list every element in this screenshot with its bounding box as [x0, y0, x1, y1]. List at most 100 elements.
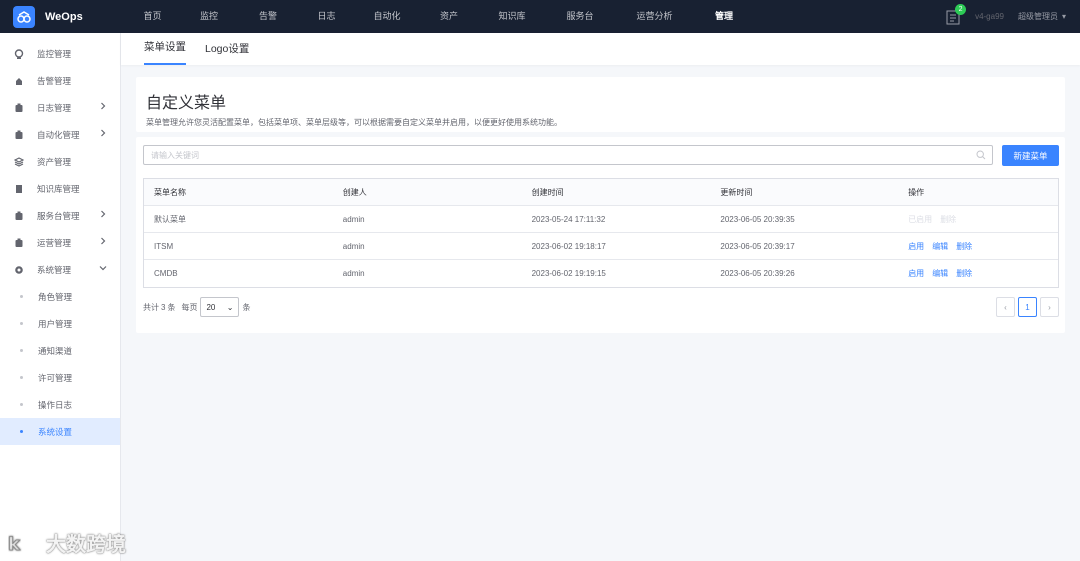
search-icon[interactable]: [976, 150, 986, 162]
nav-item[interactable]: 服务台: [545, 0, 615, 33]
user-name: 超级管理员: [1017, 12, 1058, 21]
per-page-value: 20: [206, 302, 216, 312]
table-row: 默认菜单 admin 2023-05-24 17:11:32 2023-06-0…: [144, 206, 1058, 233]
sidebar-item[interactable]: 知识库管理: [0, 175, 120, 202]
sidebar-item[interactable]: 监控管理: [0, 40, 120, 67]
page-number-button[interactable]: 1: [1018, 297, 1037, 317]
row-action-link[interactable]: 启用: [908, 268, 924, 279]
nav-item[interactable]: 管理: [694, 0, 754, 33]
header-created: 创建时间: [531, 187, 564, 197]
sidebar-item[interactable]: 系统管理: [0, 256, 120, 283]
bullet-dot: [20, 403, 23, 406]
new-menu-button[interactable]: 新建菜单: [1002, 145, 1059, 166]
nav-item[interactable]: 告警: [238, 0, 298, 33]
nav-item[interactable]: 运营分析: [615, 0, 694, 33]
version-label: v4-ga99: [975, 12, 1004, 21]
cell-updated: 2023-06-05 20:39:35: [720, 214, 795, 224]
header-updated: 更新时间: [720, 187, 753, 197]
bullet-dot: [20, 349, 23, 352]
tab-menu-settings[interactable]: 菜单设置: [144, 39, 186, 65]
chevron-down-icon: ⌄: [226, 302, 234, 312]
svg-text:k: k: [8, 534, 21, 554]
search-input[interactable]: [144, 146, 964, 164]
header-name: 菜单名称: [154, 187, 186, 197]
nav-item[interactable]: 日志: [298, 0, 355, 33]
per-page-suffix: 条: [242, 302, 251, 312]
cell-actions: 启用 编辑 删除: [898, 241, 1058, 252]
bullet-dot: [20, 376, 23, 379]
sidebar-item[interactable]: 资产管理: [0, 148, 120, 175]
table-row: CMDB admin 2023-06-02 19:19:15 2023-06-0…: [144, 260, 1058, 287]
sidebar-item-label: 服务台管理: [37, 210, 80, 221]
asset-icon: [14, 156, 24, 167]
nav-item[interactable]: 自动化: [355, 0, 419, 33]
cell-actions: 已启用 删除: [898, 214, 1058, 225]
menu-table: 菜单名称 创建人 创建时间 更新时间 操作 默认菜单 admin 2023-05…: [143, 178, 1059, 288]
total-count: 3: [161, 302, 166, 312]
watermark-text: 大数跨境: [46, 534, 126, 556]
sidebar-subitem[interactable]: 用户管理: [0, 310, 120, 337]
nav-item[interactable]: 监控: [180, 0, 238, 33]
sidebar-item-label: 运营管理: [37, 237, 72, 248]
notice-icon[interactable]: 2: [945, 3, 967, 25]
user-menu[interactable]: 超级管理员 ▾: [1018, 11, 1066, 22]
prev-page-button[interactable]: ‹: [996, 297, 1015, 317]
bullet-dot: [20, 322, 23, 325]
gear-icon: [14, 265, 24, 275]
cell-creator: admin: [342, 241, 365, 251]
sidebar-subitem[interactable]: 角色管理: [0, 283, 120, 310]
cell-created: 2023-05-24 17:11:32: [531, 214, 606, 224]
sidebar-item-label: 资产管理: [37, 156, 72, 167]
sidebar-subitem-label: 用户管理: [38, 318, 73, 329]
row-action-link: 已启用: [908, 214, 933, 224]
sidebar-subitem[interactable]: 操作日志: [0, 391, 120, 418]
sidebar-item[interactable]: 告警管理: [0, 67, 120, 94]
cell-creator: admin: [342, 214, 365, 224]
sidebar-subitem[interactable]: 系统设置: [0, 418, 120, 445]
row-action-link[interactable]: 启用: [908, 241, 924, 252]
per-page-select[interactable]: 20 ⌄: [200, 297, 240, 317]
row-action-link[interactable]: 编辑: [932, 241, 948, 252]
cell-name: ITSM: [154, 241, 174, 251]
nav-item[interactable]: 知识库: [479, 0, 545, 33]
sidebar-item-label: 系统管理: [37, 264, 72, 275]
sidebar-item[interactable]: 自动化管理: [0, 121, 120, 148]
sidebar-item[interactable]: 服务台管理: [0, 202, 120, 229]
book-icon: [14, 184, 24, 194]
nav-item[interactable]: 资产: [419, 0, 479, 33]
total-suffix: 条: [167, 302, 176, 312]
sidebar-item[interactable]: 日志管理: [0, 94, 120, 121]
row-action-link[interactable]: 删除: [956, 241, 972, 252]
header-creator: 创建人: [342, 187, 367, 197]
cell-name: 默认菜单: [154, 214, 186, 224]
sidebar-item[interactable]: 运营管理: [0, 229, 120, 256]
chevron-right-icon: [99, 102, 107, 112]
row-action-link: 删除: [940, 214, 957, 224]
chevron-right-icon: [99, 129, 107, 139]
sidebar-subitem[interactable]: 许可管理: [0, 364, 120, 391]
caret-down-icon: ▾: [1061, 12, 1066, 21]
nav-item[interactable]: 首页: [125, 0, 180, 33]
page-title: 自定义菜单: [146, 95, 227, 112]
watermark-logo: k 大数跨境: [8, 528, 126, 557]
logo-icon[interactable]: [13, 5, 35, 28]
cell-name: CMDB: [154, 269, 178, 278]
table-row: ITSM admin 2023-06-02 19:18:17 2023-06-0…: [144, 233, 1058, 260]
search-box: [143, 145, 993, 165]
tab-logo-settings[interactable]: Logo设置: [205, 41, 249, 65]
bullet-dot: [20, 295, 23, 298]
menu-list-card: 新建菜单 菜单名称 创建人 创建时间 更新时间 操作 默认菜单 admin 20…: [136, 137, 1065, 333]
row-action-link[interactable]: 编辑: [932, 268, 948, 279]
sidebar-item-label: 日志管理: [37, 102, 72, 113]
next-page-button[interactable]: ›: [1040, 297, 1059, 317]
chevron-right-icon: [99, 210, 107, 220]
page-description: 菜单管理允许您灵活配置菜单，包括菜单项、菜单层级等，可以根据需要自定义菜单并启用…: [146, 118, 562, 127]
service-icon: [14, 211, 24, 221]
sidebar-subitem-label: 角色管理: [38, 291, 73, 302]
sidebar-subitem[interactable]: 通知渠道: [0, 337, 120, 364]
chevron-down-icon: [99, 264, 107, 274]
page-tabs: 菜单设置 Logo设置: [121, 33, 1080, 65]
cell-updated: 2023-06-05 20:39:17: [720, 241, 795, 251]
chevron-right-icon: [99, 237, 107, 247]
row-action-link[interactable]: 删除: [956, 268, 972, 279]
